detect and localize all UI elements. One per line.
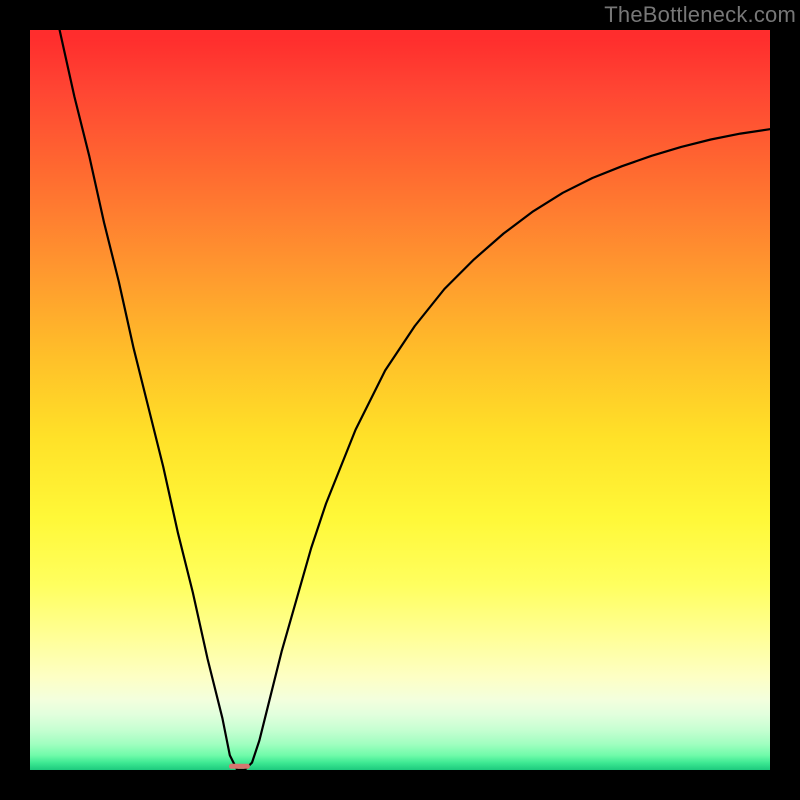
chart-frame: TheBottleneck.com [0,0,800,800]
plot-area [30,30,770,770]
chart-svg [30,30,770,770]
watermark-text: TheBottleneck.com [604,2,796,28]
bottleneck-curve [60,30,770,770]
